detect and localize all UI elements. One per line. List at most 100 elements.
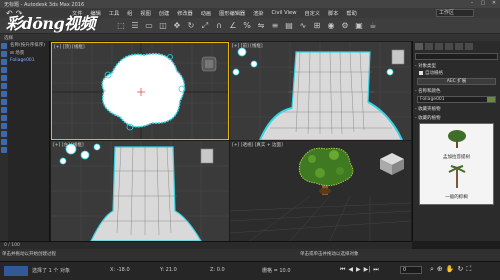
close-icon[interactable]: ✕ xyxy=(491,1,497,6)
create-tab-icon[interactable] xyxy=(415,43,423,50)
display-geometry-icon[interactable] xyxy=(1,43,7,49)
snap-icon[interactable]: ∩ xyxy=(214,21,224,31)
curve-editor-icon[interactable]: ∿ xyxy=(298,21,308,31)
align-icon[interactable]: ≡ xyxy=(270,21,280,31)
maximize-icon[interactable]: ▢ xyxy=(480,1,486,6)
checkbox-icon[interactable] xyxy=(419,71,423,75)
material-editor-icon[interactable]: ◉ xyxy=(326,21,336,31)
render-setup-icon[interactable]: ⚙ xyxy=(340,21,350,31)
move-icon[interactable]: ✥ xyxy=(172,21,182,31)
display-hidden-icon[interactable] xyxy=(1,131,7,137)
menu-help[interactable]: 帮助 xyxy=(342,10,360,17)
render-frame-icon[interactable]: ▣ xyxy=(354,21,364,31)
display-xrefs-icon[interactable] xyxy=(1,99,7,105)
go-to-end-icon[interactable]: ⏭ xyxy=(373,266,378,274)
modify-tab-icon[interactable] xyxy=(425,43,433,50)
object-type-section[interactable]: 对象类型 xyxy=(415,63,498,69)
viewport-top[interactable]: [+] [顶] [线框] xyxy=(51,42,229,140)
banyan-tree-thumbnail[interactable] xyxy=(446,128,468,150)
aec-button[interactable]: AEC 扩展 xyxy=(417,78,496,85)
menu-scripting[interactable]: 脚本 xyxy=(324,10,342,17)
menu-group[interactable]: 组 xyxy=(123,10,136,17)
pan-icon[interactable]: ✋ xyxy=(446,265,455,274)
viewcube-icon[interactable] xyxy=(391,49,405,65)
scene-root[interactable]: ⊟ 场景 xyxy=(8,49,49,57)
display-helpers-icon[interactable] xyxy=(1,75,7,81)
display-shapes-icon[interactable] xyxy=(1,51,7,57)
menu-animation[interactable]: 动画 xyxy=(197,10,215,17)
minimize-icon[interactable]: – xyxy=(469,1,475,6)
maximize-viewport-icon[interactable]: ⛶ xyxy=(466,265,471,274)
viewport-perspective[interactable]: [+] [透视] [真实 + 边面] xyxy=(230,141,411,241)
plant-library-list[interactable]: 孟加拉菩提树 一般的棕榈 xyxy=(419,123,494,205)
display-tab-icon[interactable] xyxy=(455,43,463,50)
plant-name-banyan[interactable]: 孟加拉菩提树 xyxy=(420,154,493,160)
viewport-label[interactable]: [+] [左] [线框] xyxy=(53,142,84,148)
rotate-icon[interactable]: ↻ xyxy=(186,21,196,31)
previous-frame-icon[interactable]: ◀ xyxy=(348,266,353,274)
display-spacewarps-icon[interactable] xyxy=(1,83,7,89)
coord-x-field[interactable]: X: -18.0 xyxy=(110,267,130,273)
viewcube-icon[interactable] xyxy=(201,56,217,72)
viewport-front[interactable]: [+] [前] [线框] xyxy=(230,42,411,140)
coord-z-field[interactable]: Z: 0.0 xyxy=(210,267,225,273)
next-frame-icon[interactable]: ▶| xyxy=(364,266,371,274)
motion-tab-icon[interactable] xyxy=(445,43,453,50)
display-containers-icon[interactable] xyxy=(1,115,7,121)
percent-snap-icon[interactable]: % xyxy=(242,21,252,31)
menu-tools[interactable]: 工具 xyxy=(105,10,123,17)
menu-create[interactable]: 创建 xyxy=(155,10,173,17)
display-all-icon[interactable] xyxy=(1,139,7,145)
zoom-icon[interactable]: ⌕ xyxy=(430,265,434,274)
tree-model-perspective[interactable] xyxy=(298,147,354,195)
viewport-label[interactable]: [+] [前] [线框] xyxy=(232,43,263,49)
region-select-icon[interactable]: ▭ xyxy=(144,21,154,31)
select-icon[interactable]: ⬚ xyxy=(116,21,126,31)
category-dropdown[interactable] xyxy=(415,53,498,60)
zoom-all-icon[interactable]: ⊕ xyxy=(437,265,443,274)
mirror-icon[interactable]: ⇋ xyxy=(256,21,266,31)
layer-icon[interactable]: ▤ xyxy=(284,21,294,31)
go-to-start-icon[interactable]: ⏮ xyxy=(340,266,345,274)
plant-list-section[interactable]: 收藏的植物 xyxy=(415,115,498,121)
workspace-dropdown[interactable]: 工作区 xyxy=(436,9,474,17)
display-lights-icon[interactable] xyxy=(1,59,7,65)
time-slider[interactable]: 0 / 100 xyxy=(0,241,412,249)
maxscript-listener-button[interactable] xyxy=(4,266,28,276)
scale-icon[interactable]: ⤢ xyxy=(200,21,210,31)
autogrid-checkbox[interactable]: 自动栅格 xyxy=(419,70,494,76)
viewcube-icon[interactable] xyxy=(200,148,214,164)
tree-trunk-left[interactable] xyxy=(90,146,202,241)
play-icon[interactable]: ▶ xyxy=(356,266,361,274)
name-color-section[interactable]: 名称和颜色 xyxy=(415,88,498,94)
scene-header[interactable]: 名称(按升序排序) xyxy=(8,41,49,49)
object-name-field[interactable]: Foliage001 xyxy=(417,96,496,103)
utilities-tab-icon[interactable] xyxy=(465,43,473,50)
menu-customize[interactable]: 自定义 xyxy=(300,10,324,17)
select-by-name-icon[interactable]: ☰ xyxy=(130,21,140,31)
orbit-icon[interactable]: ↻ xyxy=(458,265,464,274)
viewcube-icon[interactable] xyxy=(380,153,404,175)
display-cameras-icon[interactable] xyxy=(1,67,7,73)
menu-views[interactable]: 视图 xyxy=(136,10,154,17)
window-crossing-icon[interactable]: ◫ xyxy=(158,21,168,31)
favorite-plants-section[interactable]: 收藏夹植物 xyxy=(415,106,498,112)
object-color-swatch[interactable] xyxy=(487,97,495,102)
viewport-label[interactable]: [+] [透视] [真实 + 边面] xyxy=(232,142,283,148)
menu-graph-editors[interactable]: 图形编辑器 xyxy=(215,10,249,17)
display-bones-icon[interactable] xyxy=(1,107,7,113)
hierarchy-tab-icon[interactable] xyxy=(435,43,443,50)
viewport-left[interactable]: [+] [左] [线框] xyxy=(51,141,229,241)
render-icon[interactable]: ☕ xyxy=(368,21,378,31)
schematic-icon[interactable]: ⊞ xyxy=(312,21,322,31)
menu-modifiers[interactable]: 修改器 xyxy=(173,10,197,17)
angle-snap-icon[interactable]: ∠ xyxy=(228,21,238,31)
palm-tree-thumbnail[interactable] xyxy=(446,164,468,190)
menu-rendering[interactable]: 渲染 xyxy=(249,10,267,17)
display-none-icon[interactable] xyxy=(1,147,7,153)
plant-name-palm[interactable]: 一般的棕榈 xyxy=(420,194,493,200)
viewport-label[interactable]: [+] [顶] [线框] xyxy=(54,44,85,50)
menu-civil-view[interactable]: Civil View xyxy=(267,10,300,17)
tree-trunk-front[interactable] xyxy=(259,51,403,140)
display-groups-icon[interactable] xyxy=(1,91,7,97)
